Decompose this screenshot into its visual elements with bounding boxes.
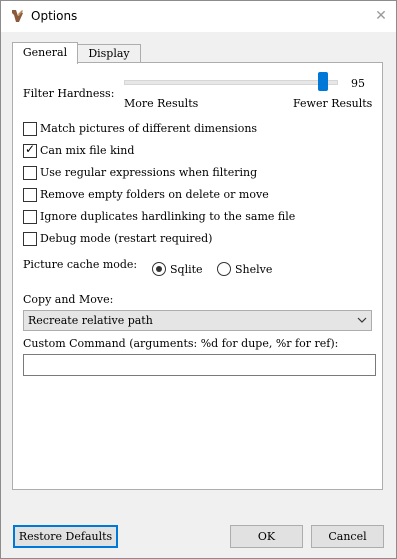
remove-empty-folders-label[interactable]: Remove empty folders on delete or move [40, 188, 269, 201]
tab-general[interactable]: General [12, 42, 78, 64]
filter-hardness-label: Filter Hardness: [23, 87, 115, 100]
checkmark-icon: ✓ [25, 142, 36, 156]
debug-mode-checkbox[interactable] [23, 232, 37, 246]
remove-empty-folders-checkbox[interactable] [23, 188, 37, 202]
filter-hardness-value: 95 [351, 77, 365, 90]
ignore-hardlinks-label[interactable]: Ignore duplicates hardlinking to the sam… [40, 210, 295, 223]
custom-command-label: Custom Command (arguments: %d for dupe, … [23, 337, 339, 350]
more-results-label: More Results [124, 97, 199, 110]
window-title: Options [31, 9, 78, 23]
cancel-button[interactable]: Cancel [311, 525, 384, 548]
chevron-down-icon [357, 317, 367, 323]
copy-move-select[interactable]: Recreate relative path [23, 310, 372, 331]
debug-mode-label[interactable]: Debug mode (restart required) [40, 232, 212, 245]
restore-defaults-button[interactable]: Restore Defaults [13, 525, 118, 548]
copy-move-label: Copy and Move: [23, 293, 114, 306]
custom-command-input[interactable] [23, 354, 376, 376]
fewer-results-label: Fewer Results [293, 97, 373, 110]
regex-filter-checkbox[interactable] [23, 166, 37, 180]
sqlite-radio[interactable] [152, 262, 166, 276]
regex-filter-label[interactable]: Use regular expressions when filtering [40, 166, 257, 179]
shelve-radio[interactable] [217, 262, 231, 276]
match-dimensions-checkbox[interactable] [23, 122, 37, 136]
close-icon[interactable]: ✕ [371, 6, 391, 26]
sqlite-label[interactable]: Sqlite [170, 263, 203, 276]
filter-hardness-slider-track[interactable] [124, 80, 338, 85]
app-logo-icon [12, 10, 23, 22]
title-bar: Options ✕ [1, 1, 396, 32]
tab-display[interactable]: Display [77, 44, 141, 63]
copy-move-selected-value: Recreate relative path [28, 314, 153, 327]
ok-button[interactable]: OK [230, 525, 303, 548]
cache-mode-label: Picture cache mode: [23, 258, 138, 271]
mix-file-kind-checkbox[interactable]: ✓ [23, 142, 37, 158]
shelve-label[interactable]: Shelve [235, 263, 272, 276]
mix-file-kind-label[interactable]: Can mix file kind [40, 144, 134, 157]
match-dimensions-label[interactable]: Match pictures of different dimensions [40, 122, 257, 135]
filter-hardness-slider-thumb[interactable] [318, 72, 328, 91]
radio-selected-dot [156, 266, 162, 272]
ignore-hardlinks-checkbox[interactable] [23, 210, 37, 224]
